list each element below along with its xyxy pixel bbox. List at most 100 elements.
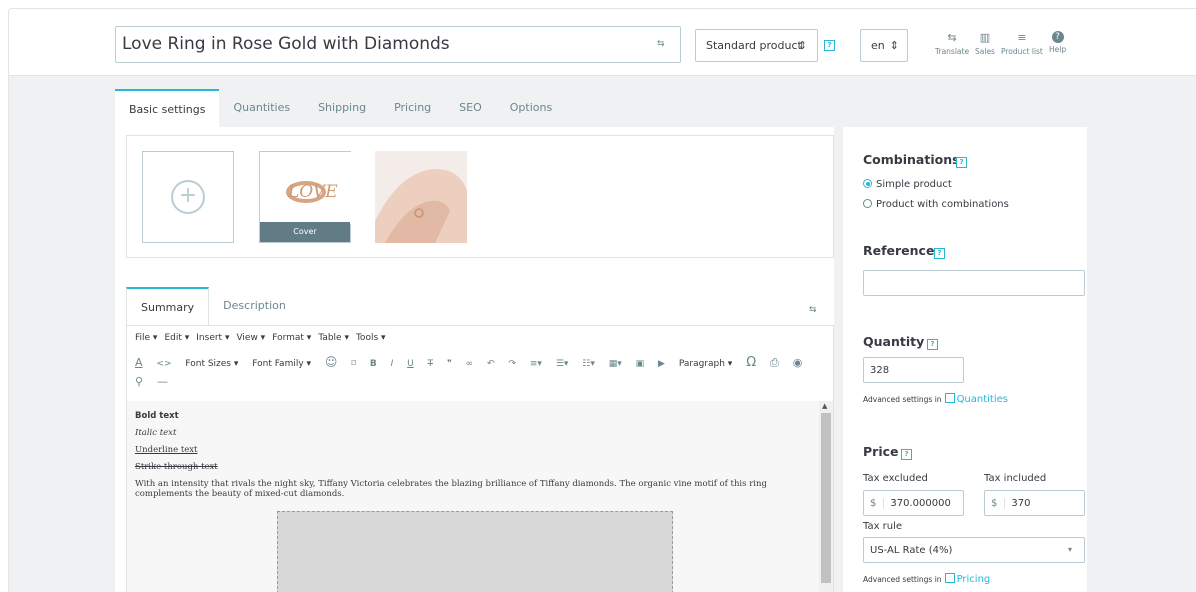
combinations-title: Combinations — [863, 152, 960, 167]
tab-options[interactable]: Options — [496, 89, 566, 127]
reference-help-icon[interactable]: ? — [934, 248, 945, 259]
product-type-select[interactable]: Standard product ⇕ — [695, 29, 818, 62]
pricing-advanced-settings: Advanced settings in Pricing — [863, 573, 990, 585]
bookmark-icon[interactable]: ⌑ — [351, 355, 356, 373]
tab-shipping[interactable]: Shipping — [304, 89, 380, 127]
menu-table[interactable]: Table ▾ — [318, 333, 349, 344]
search-replace-icon[interactable]: ⚲ — [135, 373, 143, 391]
reference-title: Reference — [863, 243, 935, 258]
scroll-thumb[interactable] — [821, 413, 831, 583]
language-select[interactable]: en ⇕ — [860, 29, 908, 62]
price-heading: Price — [863, 444, 899, 459]
radio-unchecked-icon — [863, 199, 872, 208]
price-tax-included-input[interactable]: $370 — [984, 490, 1085, 516]
quantity-input[interactable]: 328 — [863, 357, 964, 383]
quantities-link[interactable]: Quantities — [957, 394, 1008, 405]
product-list-button[interactable]: ≡ Product list — [1001, 31, 1043, 56]
rich-text-editor: File ▾ Edit ▾ Insert ▾ View ▾ Format ▾ T… — [126, 325, 834, 592]
help-icon: ? — [1051, 31, 1064, 43]
translate-summary-icon[interactable]: ⇆ — [809, 305, 817, 315]
menu-file[interactable]: File ▾ — [135, 333, 157, 344]
tab-description[interactable]: Description — [209, 287, 300, 325]
editor-scrollbar[interactable]: ▲ — [819, 401, 833, 592]
product-type-help-icon[interactable]: ? — [824, 40, 835, 51]
preview-icon[interactable]: ◉ — [793, 354, 803, 372]
tab-pricing[interactable]: Pricing — [380, 89, 445, 127]
product-name-input[interactable]: Love Ring in Rose Gold with Diamonds — [115, 26, 681, 63]
reference-input[interactable] — [863, 270, 1085, 296]
strike-text: Strike through text — [135, 462, 218, 472]
table-icon[interactable]: ▦▾ — [609, 355, 622, 373]
font-family-dropdown[interactable]: Font Family ▾ — [252, 355, 311, 373]
menu-format[interactable]: Format ▾ — [272, 333, 311, 344]
combinations-heading: Combinations — [863, 152, 960, 167]
menu-view[interactable]: View ▾ — [236, 333, 265, 344]
quantity-help-icon[interactable]: ? — [927, 339, 938, 350]
menu-edit[interactable]: Edit ▾ — [164, 333, 189, 344]
reference-heading: Reference — [863, 243, 934, 258]
description-paragraph: With an intensity that rivals the night … — [135, 479, 767, 499]
combinations-help-icon[interactable]: ? — [956, 157, 967, 168]
product-image-2[interactable] — [375, 151, 467, 243]
editor-content[interactable]: Bold text Italic text Underline text Str… — [127, 401, 819, 592]
pricing-link[interactable]: Pricing — [957, 574, 991, 585]
tab-basic-settings[interactable]: Basic settings — [115, 89, 220, 127]
undo-icon[interactable]: ↶ — [487, 355, 495, 373]
chevron-down-icon: ▾ — [1067, 545, 1072, 554]
advanced-settings-label: Advanced settings in — [863, 395, 942, 404]
bullet-list-icon[interactable]: ☰▾ — [556, 355, 569, 373]
product-header: Love Ring in Rose Gold with Diamonds ⇆ S… — [9, 9, 1196, 76]
special-char-icon[interactable]: Ω — [746, 354, 756, 372]
tax-excluded-label: Tax excluded — [863, 473, 928, 484]
tax-excluded-value: 370.000000 — [890, 498, 951, 509]
sales-button[interactable]: ▥ Sales — [975, 31, 995, 56]
italic-icon[interactable]: I — [391, 355, 394, 373]
print-icon[interactable]: ⎙ — [770, 354, 779, 372]
currency-symbol: $ — [991, 498, 1006, 509]
product-with-combinations-radio[interactable]: Product with combinations — [863, 199, 1009, 210]
select-arrows-icon: ⇕ — [797, 39, 807, 52]
tab-summary[interactable]: Summary — [126, 287, 210, 325]
basic-settings-panel: + LOVE Cover Summary Description ⇆ File … — [115, 127, 834, 592]
blockquote-icon[interactable]: ❞ — [447, 355, 452, 373]
text-color-icon[interactable]: A — [135, 354, 143, 372]
tax-rule-select[interactable]: US-AL Rate (4%) ▾ — [863, 537, 1085, 563]
tab-seo[interactable]: SEO — [445, 89, 496, 127]
horizontal-line-icon[interactable]: — — [157, 373, 168, 391]
currency-symbol: $ — [870, 498, 885, 509]
paragraph-dropdown[interactable]: Paragraph ▾ — [679, 355, 732, 373]
redo-icon[interactable]: ↷ — [508, 355, 516, 373]
price-tax-excluded-input[interactable]: $370.000000 — [863, 490, 964, 516]
font-sizes-dropdown[interactable]: Font Sizes ▾ — [185, 355, 238, 373]
translate-field-icon[interactable]: ⇆ — [657, 39, 665, 49]
source-code-icon[interactable]: <> — [156, 355, 171, 373]
editor-toolbar: A <> Font Sizes ▾ Font Family ▾ ☺ ⌑ B I … — [127, 351, 833, 399]
menu-insert[interactable]: Insert ▾ — [196, 333, 229, 344]
svg-text:LOVE: LOVE — [287, 182, 338, 202]
align-dropdown-icon[interactable]: ≡▾ — [530, 355, 542, 373]
bold-icon[interactable]: B — [370, 355, 377, 373]
help-button[interactable]: ? Help — [1049, 31, 1066, 54]
translate-button[interactable]: ⇆ Translate — [935, 31, 969, 56]
select-arrows-icon: ⇕ — [889, 39, 899, 52]
strikethrough-icon[interactable]: T — [428, 355, 434, 373]
radio-checked-icon — [863, 179, 872, 188]
tax-included-value: 370 — [1011, 498, 1031, 509]
italic-text: Italic text — [135, 428, 177, 438]
link-icon[interactable]: ∞ — [466, 355, 474, 373]
image-icon[interactable]: ▣ — [636, 355, 645, 373]
advanced-settings-label: Advanced settings in — [863, 575, 942, 584]
scroll-up-icon[interactable]: ▲ — [822, 402, 827, 410]
emoticons-icon[interactable]: ☺ — [325, 353, 338, 371]
numbered-list-icon[interactable]: ☷▾ — [582, 355, 595, 373]
simple-product-radio[interactable]: Simple product — [863, 179, 952, 190]
add-image-button[interactable]: + — [142, 151, 234, 243]
menu-tools[interactable]: Tools ▾ — [356, 333, 386, 344]
tab-quantities[interactable]: Quantities — [219, 89, 304, 127]
media-icon[interactable]: ▶ — [658, 355, 665, 373]
underline-icon[interactable]: U — [407, 355, 414, 373]
product-page: Love Ring in Rose Gold with Diamonds ⇆ S… — [8, 8, 1196, 592]
price-help-icon[interactable]: ? — [901, 449, 912, 460]
product-image-cover[interactable]: LOVE Cover — [259, 151, 352, 243]
embedded-image-placeholder[interactable] — [277, 511, 673, 592]
